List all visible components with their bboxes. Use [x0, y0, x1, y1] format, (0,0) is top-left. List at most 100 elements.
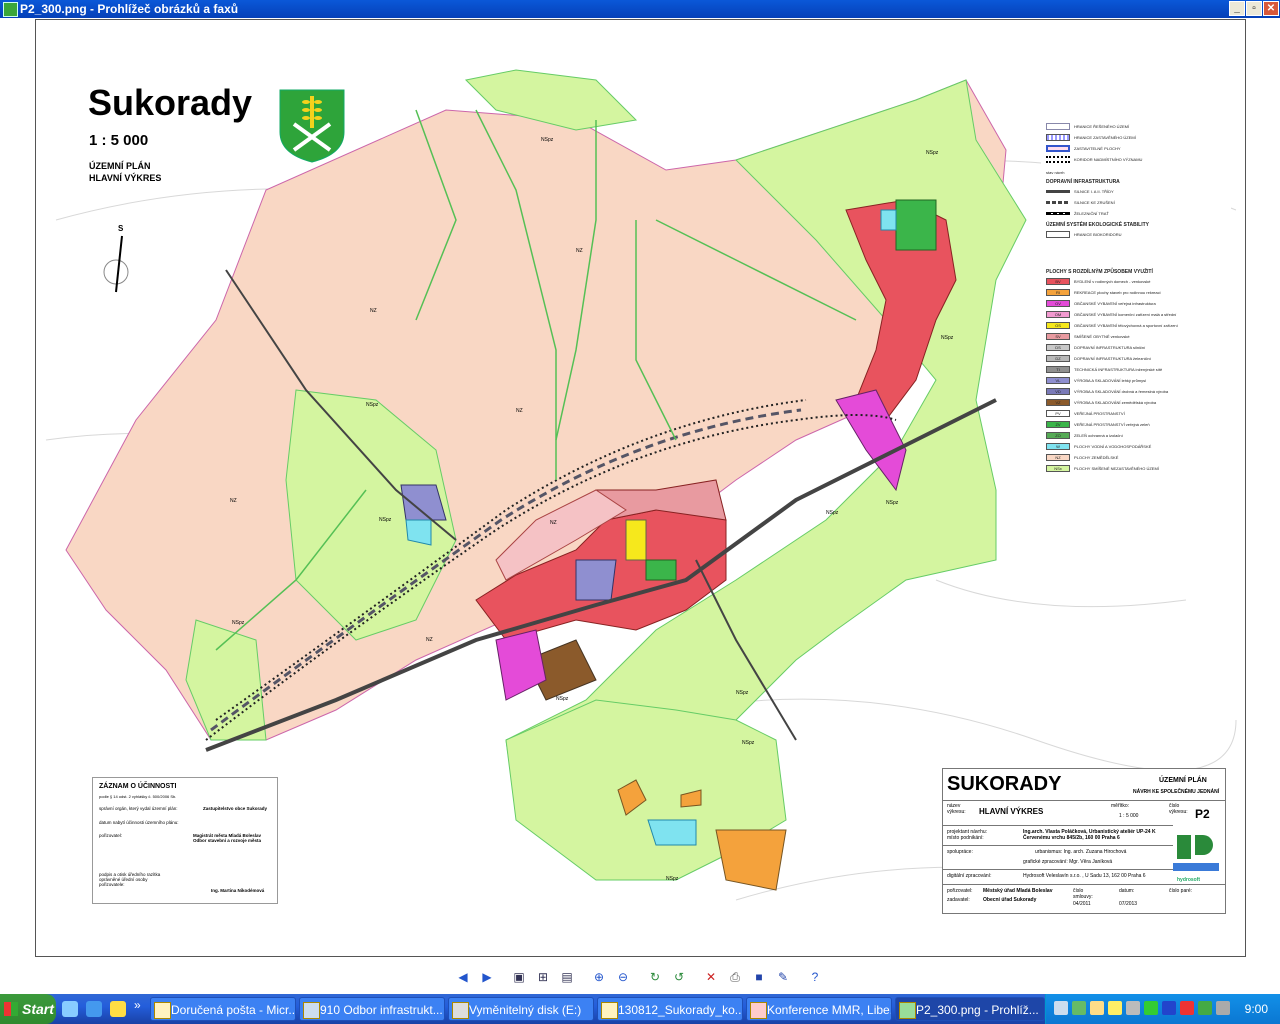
legend-swatch: W	[1046, 443, 1070, 450]
system-tray: 9:00	[1045, 994, 1280, 1024]
legend-swatch: RI	[1046, 289, 1070, 296]
antivirus-icon[interactable]	[1144, 1001, 1158, 1015]
internet-explorer-icon[interactable]	[86, 1001, 102, 1017]
taskbar-item[interactable]: 910 Odbor infrastrukt...	[299, 997, 445, 1021]
outlook-icon[interactable]	[110, 1001, 126, 1017]
edit-icon[interactable]: ✎	[774, 968, 792, 986]
zoom-in-icon[interactable]: ⊕	[590, 968, 608, 986]
maximize-button[interactable]: ▫	[1246, 1, 1262, 16]
outlook-tray-icon[interactable]	[1108, 1001, 1122, 1015]
legend-text: BYDLENÍ v rodinných domech - venkovské	[1074, 279, 1151, 284]
taskbar-item-active[interactable]: P2_300.png - Prohlíž...	[895, 997, 1045, 1021]
save-icon[interactable]: ■	[750, 968, 768, 986]
start-label: Start	[22, 1001, 54, 1017]
legend-text: VEŘEJNÁ PROSTRANSTVÍ veřejná zeleň	[1074, 422, 1150, 427]
legend-text: ZASTAVITELNÉ PLOCHY	[1074, 146, 1121, 151]
map-legend: HRANICE ŘEŠENÉHO ÚZEMÍ HRANICE ZASTAVĚNÉ…	[1046, 122, 1226, 475]
taskbar-item-label: 130812_Sukorady_ko...	[618, 1003, 743, 1017]
legend-text: ZELEŇ ochranná a izolační	[1074, 433, 1123, 438]
legend-item: NSx PLOCHY SMÍŠENÉ NEZASTAVĚNÉHO ÚZEMÍ	[1046, 464, 1226, 473]
legend-plochy-head: PLOCHY S ROZDÍLNÝM ZPŮSOBEM VYUŽITÍ	[1046, 269, 1153, 275]
legend-text: DOPRAVNÍ INFRASTRUKTURA železniční	[1074, 356, 1151, 361]
record-row-label: datum nabytí účinnosti územního plánu:	[99, 820, 179, 825]
map-scale: 1 : 5 000	[89, 132, 149, 149]
legend-swatch: VL	[1046, 377, 1070, 384]
start-button[interactable]: Start	[0, 994, 56, 1024]
image-viewer-canvas[interactable]: Sukorady 1 : 5 000 ÚZEMNÍ PLÁN HLAVNÍ VÝ…	[0, 18, 1280, 960]
tb-label: datum:	[1119, 888, 1135, 894]
tb-label: projektant návrhu: místo podnikání:	[947, 829, 988, 841]
map-label: NZ	[516, 408, 523, 414]
legend-item: OV OBČANSKÉ VYBAVENÍ veřejná infrastruktu…	[1046, 299, 1226, 308]
next-image-icon[interactable]: ▶	[478, 968, 496, 986]
slideshow-icon[interactable]: ▤	[558, 968, 576, 986]
network-icon[interactable]	[1072, 1001, 1086, 1015]
legend-swatch: NZ	[1046, 454, 1070, 461]
tb-label: zadavatel:	[947, 897, 970, 903]
map-label: NZ	[576, 248, 583, 254]
close-button[interactable]: ✕	[1263, 1, 1279, 16]
record-row-value: Magistrát města Mladá Boleslav Odbor sta…	[193, 833, 262, 843]
legend-item: VL VÝROBA A SKLADOVÁNÍ lehký průmysl	[1046, 376, 1226, 385]
actual-size-icon[interactable]: ⊞	[534, 968, 552, 986]
volume-icon[interactable]	[1216, 1001, 1230, 1015]
mail-icon[interactable]	[1090, 1001, 1104, 1015]
legend-item: VZ VÝROBA A SKLADOVÁNÍ zemědělská výroba	[1046, 398, 1226, 407]
record-box: ZÁZNAM O ÚČINNOSTI podle § 14 odst. 2 vy…	[92, 777, 278, 904]
legend-text: ŽELEZNIČNÍ TRAŤ	[1074, 211, 1109, 216]
rotate-clockwise-icon[interactable]: ↻	[646, 968, 664, 986]
window-title: P2_300.png - Prohlížeč obrázků a faxů	[20, 2, 239, 16]
security-icon[interactable]	[1198, 1001, 1212, 1015]
tb-spoluprace: urbanismus: Ing. arch. Zuzana Hirochová	[1035, 849, 1127, 855]
legend-swatch: OM	[1046, 311, 1070, 318]
disk-icon[interactable]	[1126, 1001, 1140, 1015]
best-fit-icon[interactable]: ▣	[510, 968, 528, 986]
minimize-button[interactable]: _	[1229, 1, 1245, 16]
taskbar-item[interactable]: Vyměnitelný disk (E:)	[448, 997, 594, 1021]
map-label: NZ	[370, 308, 377, 314]
legend-text: OBČANSKÉ VYBAVENÍ tělovýchovná a sportov…	[1074, 323, 1178, 328]
north-arrow-icon	[100, 232, 140, 302]
clock[interactable]: 9:00	[1245, 994, 1268, 1024]
help-icon[interactable]: ?	[806, 968, 824, 986]
rotate-counterclockwise-icon[interactable]: ↺	[670, 968, 688, 986]
legend-text: HRANICE ZASTAVĚNÉHO ÚZEMÍ	[1074, 135, 1136, 140]
alert-icon[interactable]	[1180, 1001, 1194, 1015]
legend-item: ZV VEŘEJNÁ PROSTRANSTVÍ veřejná zeleň	[1046, 420, 1226, 429]
taskbar-item[interactable]: Doručená pošta - Micr...	[150, 997, 296, 1021]
map-label: NZ	[230, 498, 237, 504]
legend-items: BV BYDLENÍ v rodinných domech - venkovské…	[1046, 277, 1226, 473]
tb-label: měřítko:	[1111, 803, 1130, 809]
legend-text: SMÍŠENÉ OBYTNÉ venkovské	[1074, 334, 1130, 339]
quicklaunch-more-icon[interactable]: »	[134, 998, 141, 1012]
prev-image-icon[interactable]: ◀	[454, 968, 472, 986]
legend-swatch: VD	[1046, 388, 1070, 395]
legend-text: PLOCHY VODNÍ A VODOHOSPODÁŘSKÉ	[1074, 444, 1152, 449]
delete-icon[interactable]: ✕	[702, 968, 720, 986]
legend-text: SILNICE KE ZRUŠENÍ	[1074, 200, 1115, 205]
zoom-out-icon[interactable]: ⊖	[614, 968, 632, 986]
tb-label: číslo smlouvy:	[1073, 888, 1093, 900]
logo-text: hydrosoft	[1177, 877, 1201, 883]
windows-logo-icon	[4, 1002, 18, 1016]
legend-swatch: OS	[1046, 322, 1070, 329]
window-title-bar[interactable]: P2_300.png - Prohlížeč obrázků a faxů _ …	[0, 0, 1280, 18]
show-desktop-icon[interactable]	[62, 1001, 78, 1017]
legend-item: VD VÝROBA A SKLADOVÁNÍ drobná a řemeslná …	[1046, 387, 1226, 396]
map-label: NSpz	[941, 335, 954, 341]
taskbar-item[interactable]: Konference MMR, Libe...	[746, 997, 892, 1021]
title-block-stage: NÁVRH KE SPOLEČNÉMU JEDNÁNÍ	[1133, 789, 1220, 795]
language-icon[interactable]	[1054, 1001, 1068, 1015]
map-label: NSpz	[541, 137, 554, 143]
taskbar-item[interactable]: 130812_Sukorady_ko...	[597, 997, 743, 1021]
title-block: SUKORADY ÚZEMNÍ PLÁN NÁVRH KE SPOLEČNÉMU…	[942, 768, 1226, 914]
map-label: NSpz	[886, 500, 899, 506]
tb-label: digitální zpracování:	[947, 873, 992, 879]
print-icon[interactable]: ⎙	[726, 968, 744, 986]
map-subtitle-plan: ÚZEMNÍ PLÁN	[89, 161, 151, 171]
tb-zadavatel: Obecní úřad Sukorady	[983, 897, 1037, 903]
media-icon[interactable]	[1162, 1001, 1176, 1015]
taskbar-item-label: Konference MMR, Libe...	[767, 1003, 892, 1017]
legend-text: VÝROBA A SKLADOVÁNÍ drobná a řemeslná vý…	[1074, 389, 1169, 394]
legend-item: OM OBČANSKÉ VYBAVENÍ komerční zařízení ma…	[1046, 310, 1226, 319]
